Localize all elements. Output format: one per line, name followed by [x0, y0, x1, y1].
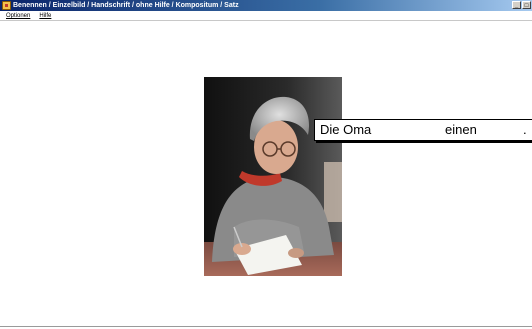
sentence-box: Die Oma einen . [314, 119, 532, 141]
window-controls: _ □ [512, 1, 531, 9]
menu-optionen[interactable]: Optionen [3, 11, 33, 21]
exercise-photo [204, 77, 342, 276]
title-bar[interactable]: Benennen / Einzelbild / Handschrift / oh… [0, 0, 532, 11]
minimize-button[interactable]: _ [512, 1, 521, 9]
menu-hilfe[interactable]: Hilfe [36, 11, 54, 21]
sentence-word-object: einen [445, 122, 477, 137]
menu-bar: Optionen Hilfe [0, 11, 532, 21]
app-icon[interactable] [2, 1, 11, 10]
sentence-period: . [523, 122, 527, 137]
sentence-word-subject: Die Oma [320, 122, 372, 137]
window-title: Benennen / Einzelbild / Handschrift / oh… [13, 2, 239, 9]
bottom-divider [0, 326, 532, 327]
maximize-button[interactable]: □ [522, 1, 531, 9]
